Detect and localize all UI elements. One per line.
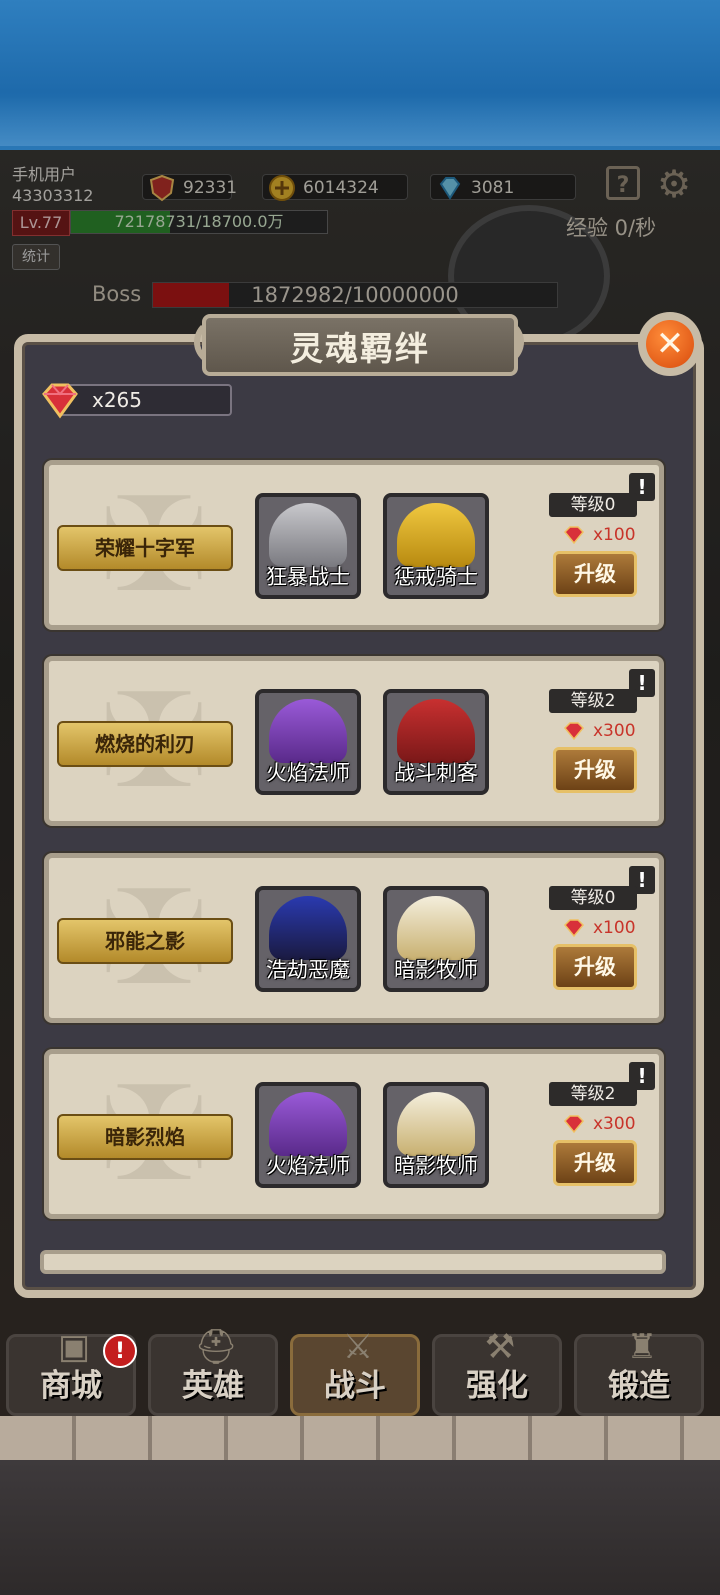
hero-portrait[interactable]: 浩劫恶魔 xyxy=(255,886,361,992)
upgrade-cost-value: x300 xyxy=(593,1114,636,1134)
bond-card: ✠暗影烈焰火焰法师暗影牧师!等级2x300升级 xyxy=(44,1049,664,1219)
hero-art-icon xyxy=(269,896,347,960)
nav-forge[interactable]: ♜ 锻造 xyxy=(574,1327,704,1416)
upgrade-button[interactable]: 升级 xyxy=(553,1140,637,1186)
hero-art-icon xyxy=(397,699,475,763)
hero-name: 暗影牧师 xyxy=(394,1154,478,1178)
ground xyxy=(0,1460,720,1595)
next-bond-card-partial xyxy=(40,1250,666,1274)
hero-art-icon xyxy=(269,503,347,567)
upgrade-button[interactable]: 升级 xyxy=(553,747,637,793)
hero-portrait[interactable]: 惩戒骑士 xyxy=(383,493,489,599)
hero-name: 火焰法师 xyxy=(266,761,350,785)
nav-enhance[interactable]: ⚒ 强化 xyxy=(432,1327,562,1416)
hero-art-icon xyxy=(397,503,475,567)
nav-enhance-label: 强化 xyxy=(466,1368,528,1404)
nav-heroes-label: 英雄 xyxy=(182,1368,244,1404)
hero-portrait[interactable]: 暗影牧师 xyxy=(383,886,489,992)
bond-name: 燃烧的利刃 xyxy=(57,721,233,767)
bond-level: 等级0 xyxy=(549,886,637,910)
nav-battle[interactable]: ⚔ 战斗 xyxy=(290,1327,420,1416)
hero-art-icon xyxy=(269,1092,347,1156)
bond-name: 荣耀十字军 xyxy=(57,525,233,571)
sky-background xyxy=(0,0,720,152)
bond-card: ✠邪能之影浩劫恶魔暗影牧师!等级0x100升级 xyxy=(44,853,664,1023)
hero-name: 惩戒骑士 xyxy=(394,565,478,589)
upgrade-cost: x300 xyxy=(563,1112,636,1136)
bond-card: ✠荣耀十字军狂暴战士惩戒骑士!等级0x100升级 xyxy=(44,460,664,630)
hero-art-icon xyxy=(269,699,347,763)
hero-name: 狂暴战士 xyxy=(266,565,350,589)
stone-ledge xyxy=(0,1416,720,1460)
hero-name: 战斗刺客 xyxy=(394,761,478,785)
upgrade-button[interactable]: 升级 xyxy=(553,944,637,990)
hero-portrait[interactable]: 狂暴战士 xyxy=(255,493,361,599)
upgrade-cost-value: x100 xyxy=(593,918,636,938)
bond-level: 等级0 xyxy=(549,493,637,517)
hero-art-icon xyxy=(397,1092,475,1156)
soul-gem-icon xyxy=(563,1115,585,1134)
bond-card: ✠燃烧的利刃火焰法师战斗刺客!等级2x300升级 xyxy=(44,656,664,826)
nav-forge-label: 锻造 xyxy=(608,1368,670,1404)
hero-name: 暗影牧师 xyxy=(394,958,478,982)
bond-level: 等级2 xyxy=(549,689,637,713)
upgrade-cost-value: x100 xyxy=(593,525,636,545)
hero-portrait[interactable]: 火焰法师 xyxy=(255,1082,361,1188)
nav-heroes[interactable]: ⛑ 英雄 xyxy=(148,1327,278,1416)
soul-gem-icon xyxy=(563,919,585,938)
hero-name: 火焰法师 xyxy=(266,1154,350,1178)
hero-portrait[interactable]: 战斗刺客 xyxy=(383,689,489,795)
hero-name: 浩劫恶魔 xyxy=(266,958,350,982)
bond-level: 等级2 xyxy=(549,1082,637,1106)
dialog-title: 灵魂羁绊 xyxy=(290,329,430,368)
upgrade-button[interactable]: 升级 xyxy=(553,551,637,597)
soul-gem-count: x265 xyxy=(58,384,232,416)
bond-name: 暗影烈焰 xyxy=(57,1114,233,1160)
nav-battle-label: 战斗 xyxy=(324,1368,386,1404)
soul-gem-icon xyxy=(42,383,78,419)
hero-art-icon xyxy=(397,896,475,960)
soul-gem-icon xyxy=(563,526,585,545)
hero-portrait[interactable]: 火焰法师 xyxy=(255,689,361,795)
bond-name: 邪能之影 xyxy=(57,918,233,964)
upgrade-cost-value: x300 xyxy=(593,721,636,741)
hero-portrait[interactable]: 暗影牧师 xyxy=(383,1082,489,1188)
upgrade-cost: x100 xyxy=(563,523,636,547)
upgrade-cost: x100 xyxy=(563,916,636,940)
shop-alert-badge: ! xyxy=(103,1334,137,1368)
upgrade-cost: x300 xyxy=(563,719,636,743)
soul-gem-icon xyxy=(563,722,585,741)
close-button[interactable]: ✕ xyxy=(646,320,694,368)
